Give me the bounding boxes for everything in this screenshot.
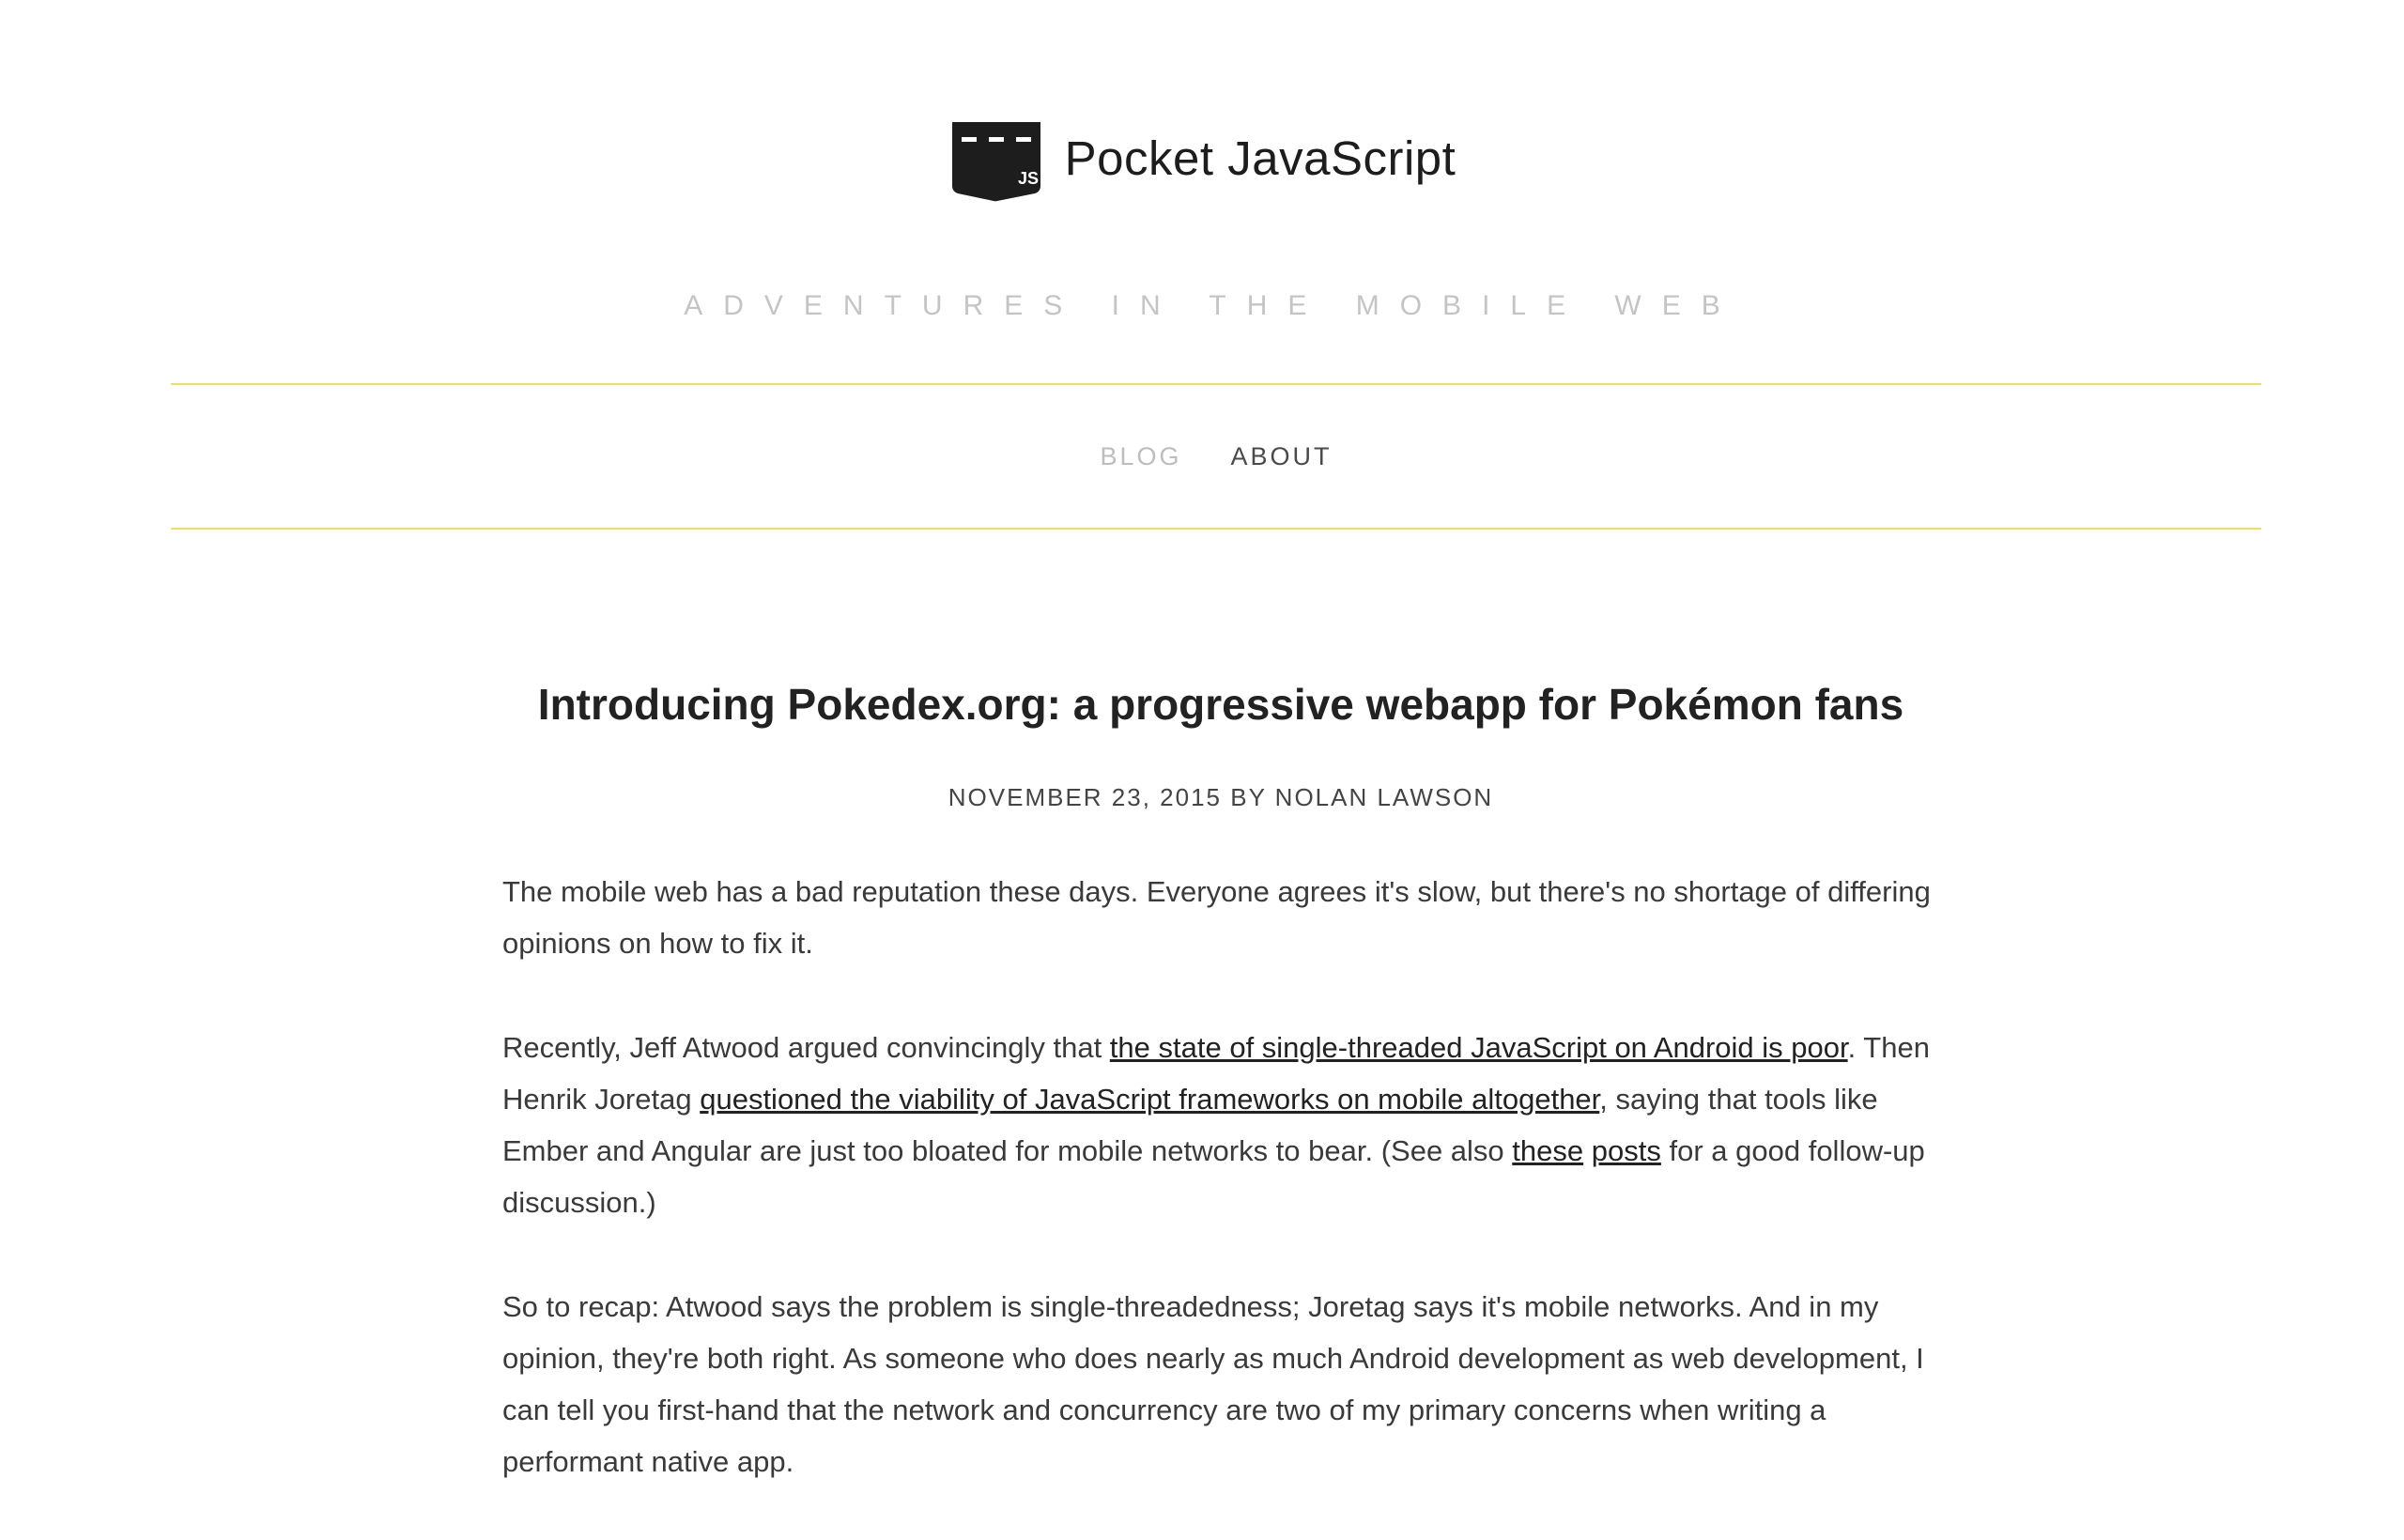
pocket-js-icon: JS — [951, 122, 1040, 202]
link-joretag-article[interactable]: questioned the viability of JavaScript f… — [700, 1083, 1599, 1116]
blog-post: Introducing Pokedex.org: a progressive w… — [502, 676, 1939, 1540]
nav-item-about[interactable]: ABOUT — [1231, 443, 1333, 470]
link-posts[interactable]: posts — [1592, 1134, 1661, 1167]
site-tagline: ADVENTURES IN THE MOBILE WEB — [684, 290, 1741, 321]
site-brand-link[interactable]: JS Pocket JavaScript — [0, 118, 2404, 203]
paragraph-background: Recently, Jeff Atwood argued convincingl… — [502, 1022, 1939, 1228]
logo-badge-text: JS — [1018, 169, 1039, 188]
paragraph-text — [1583, 1134, 1592, 1167]
nav-item-blog[interactable]: BLOG — [1100, 443, 1181, 470]
post-meta: NOVEMBER 23, 2015 BY NOLAN LAWSON — [948, 783, 1494, 811]
site-title: Pocket JavaScript — [1064, 131, 1456, 185]
paragraph-text: Recently, Jeff Atwood argued convincingl… — [502, 1031, 1110, 1064]
paragraph-recap: So to recap: Atwood says the problem is … — [502, 1290, 1924, 1478]
link-these[interactable]: these — [1512, 1134, 1583, 1167]
post-title[interactable]: Introducing Pokedex.org: a progressive w… — [502, 676, 1939, 732]
main-nav: BLOG ABOUT — [171, 383, 2261, 530]
link-atwood-article[interactable]: the state of single-threaded JavaScript … — [1110, 1031, 1848, 1064]
post-body: The mobile web has a bad reputation thes… — [502, 866, 1939, 1487]
paragraph-intro: The mobile web has a bad reputation thes… — [502, 875, 1931, 960]
